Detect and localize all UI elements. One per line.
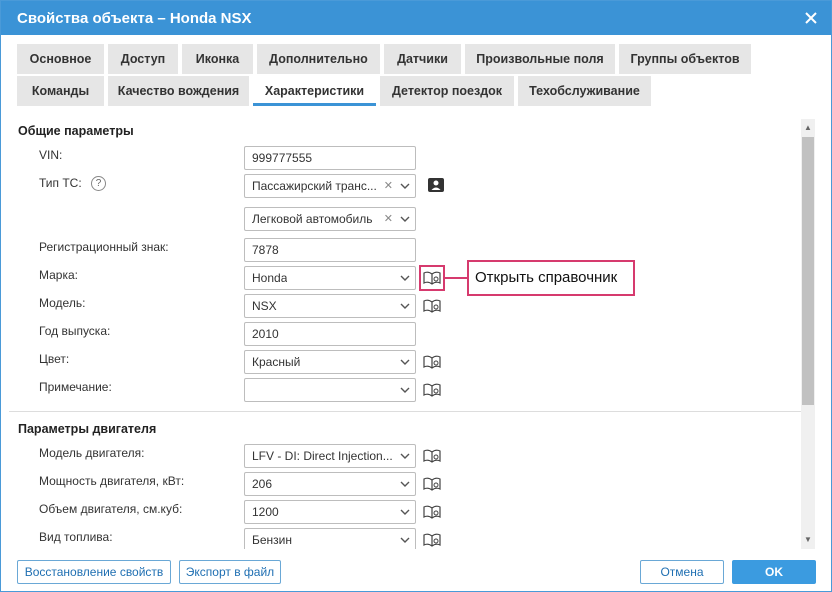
chevron-down-icon (400, 453, 410, 459)
engine-model-value: LFV - DI: Direct Injection... (252, 449, 393, 463)
color-select[interactable]: Красный (244, 350, 416, 374)
engine-power-label: Мощность двигателя, кВт: (39, 474, 185, 488)
scroll-down-icon[interactable]: ▼ (801, 533, 815, 547)
plate-input[interactable]: 7878 (244, 238, 416, 262)
engine-volume-label: Объем двигателя, см.куб: (39, 502, 183, 516)
highlight-frame (419, 265, 445, 291)
engine-model-select[interactable]: LFV - DI: Direct Injection... (244, 444, 416, 468)
make-label: Марка: (39, 268, 78, 282)
fuel-type-label: Вид топлива: (39, 530, 113, 544)
tab-commands[interactable]: Команды (17, 76, 104, 106)
restore-properties-button[interactable]: Восстановление свойств (17, 560, 171, 584)
title-bar[interactable]: Свойства объекта – Honda NSX (1, 1, 831, 35)
tab-unit-groups[interactable]: Группы объектов (619, 44, 751, 74)
ok-button[interactable]: OK (732, 560, 816, 584)
chevron-down-icon (400, 275, 410, 281)
close-icon[interactable] (801, 8, 821, 28)
make-value: Honda (252, 271, 288, 285)
tab-icon[interactable]: Иконка (182, 44, 253, 74)
tab-sensors[interactable]: Датчики (384, 44, 461, 74)
directory-book-icon[interactable] (423, 533, 441, 547)
directory-book-icon[interactable] (423, 299, 441, 313)
note-select[interactable] (244, 378, 416, 402)
directory-book-icon[interactable] (423, 477, 441, 491)
tab-trip-detector[interactable]: Детектор поездок (380, 76, 514, 106)
tab-eco-driving[interactable]: Качество вождения (108, 76, 249, 106)
model-value: NSX (252, 299, 277, 313)
chevron-down-icon (400, 183, 410, 189)
scroll-thumb[interactable] (802, 137, 814, 405)
tab-service-intervals[interactable]: Техобслуживание (518, 76, 651, 106)
engine-model-label: Модель двигателя: (39, 446, 145, 460)
chevron-down-icon (400, 509, 410, 515)
model-label: Модель: (39, 296, 86, 310)
engine-volume-value: 1200 (252, 505, 279, 519)
vehicle-type-label: Тип ТС: (39, 176, 82, 190)
fuel-type-select[interactable]: Бензин (244, 528, 416, 549)
profile-content: Общие параметры VIN: 999777555 Тип ТС: ?… (9, 119, 801, 549)
vin-input[interactable]: 999777555 (244, 146, 416, 170)
year-value: 2010 (252, 327, 279, 341)
make-select[interactable]: Honda (244, 266, 416, 290)
fuel-type-value: Бензин (252, 533, 293, 547)
plate-value: 7878 (252, 243, 279, 257)
directory-book-icon[interactable] (423, 383, 441, 397)
callout-open-directory: Открыть справочник (467, 260, 635, 296)
dialog-title: Свойства объекта – Honda NSX (17, 10, 252, 27)
section-title-general: Общие параметры (18, 124, 134, 138)
note-label: Примечание: (39, 380, 112, 394)
export-to-file-button[interactable]: Экспорт в файл (179, 560, 281, 584)
tab-custom-fields[interactable]: Произвольные поля (465, 44, 615, 74)
directory-book-icon[interactable] (423, 355, 441, 369)
callout-connector (445, 277, 467, 279)
section-title-engine: Параметры двигателя (18, 422, 157, 436)
color-value: Красный (252, 355, 301, 369)
engine-power-value: 206 (252, 477, 273, 491)
year-label: Год выпуска: (39, 324, 111, 338)
vehicle-subtype-value: Легковой автомобиль (252, 212, 373, 226)
vin-value: 999777555 (252, 151, 313, 165)
chevron-down-icon (400, 359, 410, 365)
clear-icon[interactable]: ✕ (384, 175, 393, 197)
content-scrollbar[interactable]: ▲ ▼ (801, 119, 815, 549)
vehicle-subtype-select[interactable]: Легковой автомобиль ✕ (244, 207, 416, 231)
section-divider (9, 411, 801, 412)
tab-profile[interactable]: Характеристики (253, 76, 376, 106)
help-icon[interactable]: ? (91, 176, 106, 191)
clear-icon[interactable]: ✕ (384, 208, 393, 230)
year-input[interactable]: 2010 (244, 322, 416, 346)
tab-access[interactable]: Доступ (108, 44, 178, 74)
directory-book-icon[interactable] (423, 505, 441, 519)
scroll-up-icon[interactable]: ▲ (801, 121, 815, 135)
vehicle-type-select[interactable]: Пассажирский транс... ✕ (244, 174, 416, 198)
chevron-down-icon (400, 216, 410, 222)
chevron-down-icon (400, 537, 410, 543)
tab-advanced[interactable]: Дополнительно (257, 44, 380, 74)
chevron-down-icon (400, 481, 410, 487)
chevron-down-icon (400, 303, 410, 309)
directory-book-icon[interactable] (423, 449, 441, 463)
vehicle-type-value: Пассажирский транс... (252, 179, 377, 193)
plate-label: Регистрационный знак: (39, 240, 169, 254)
color-label: Цвет: (39, 352, 70, 366)
cancel-button[interactable]: Отмена (640, 560, 724, 584)
engine-power-select[interactable]: 206 (244, 472, 416, 496)
vin-label: VIN: (39, 148, 63, 162)
model-select[interactable]: NSX (244, 294, 416, 318)
tab-main[interactable]: Основное (17, 44, 104, 74)
engine-volume-select[interactable]: 1200 (244, 500, 416, 524)
object-properties-dialog: Свойства объекта – Honda NSX Основное До… (0, 0, 832, 592)
contact-card-icon[interactable] (428, 178, 444, 192)
chevron-down-icon (400, 387, 410, 393)
